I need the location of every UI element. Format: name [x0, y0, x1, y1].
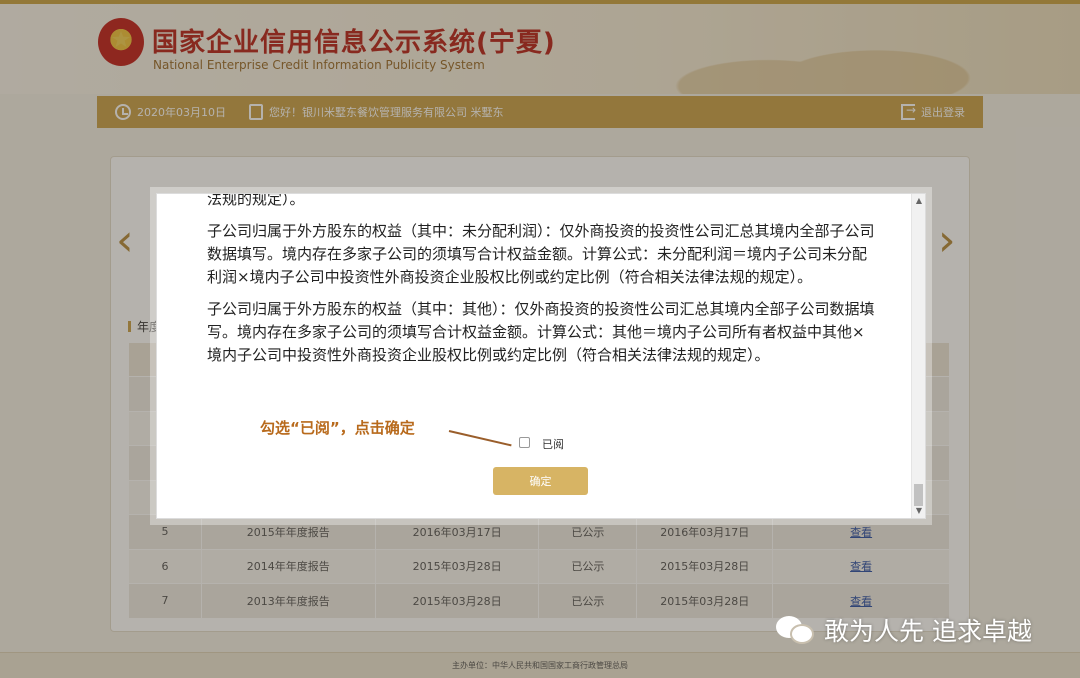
read-checkbox[interactable] — [519, 437, 530, 448]
notice-paragraph: 子公司归属于外方股东的权益（其中：未分配利润）：仅外商投资的投资性公司汇总其境内… — [207, 222, 875, 286]
annotation-arrow — [448, 430, 512, 447]
wechat-icon — [776, 614, 816, 646]
wechat-watermark: 敢为人先 追求卓越 — [776, 612, 1032, 648]
notice-paragraph: 法规的规定）。 — [207, 193, 305, 208]
modal-body: 法规的规定）。 子公司归属于外方股东的权益（其中：未分配利润）：仅外商投资的投资… — [207, 193, 877, 376]
watermark-text: 敢为人先 追求卓越 — [824, 617, 1032, 646]
scroll-up-icon[interactable]: ▲ — [912, 194, 925, 208]
read-checkbox-label[interactable]: 已阅 — [542, 436, 564, 452]
notice-paragraph: 子公司归属于外方股东的权益（其中：其他）：仅外商投资的投资性公司汇总其境内全部子… — [207, 300, 875, 364]
notice-modal: 法规的规定）。 子公司归属于外方股东的权益（其中：未分配利润）：仅外商投资的投资… — [156, 193, 926, 519]
modal-scrollbar[interactable]: ▲ ▼ — [911, 194, 925, 518]
confirm-button[interactable]: 确定 — [493, 467, 588, 495]
instruction-annotation: 勾选“已阅”，点击确定 — [260, 419, 415, 437]
scroll-thumb[interactable] — [914, 484, 923, 506]
scroll-down-icon[interactable]: ▼ — [912, 504, 925, 518]
